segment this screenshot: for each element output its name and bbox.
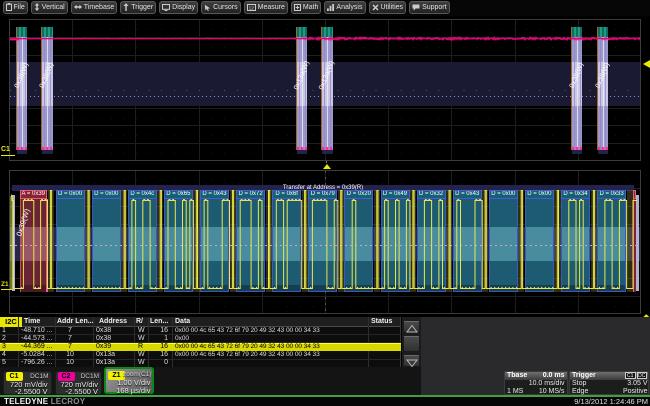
svg-text:12: 12	[248, 5, 254, 11]
